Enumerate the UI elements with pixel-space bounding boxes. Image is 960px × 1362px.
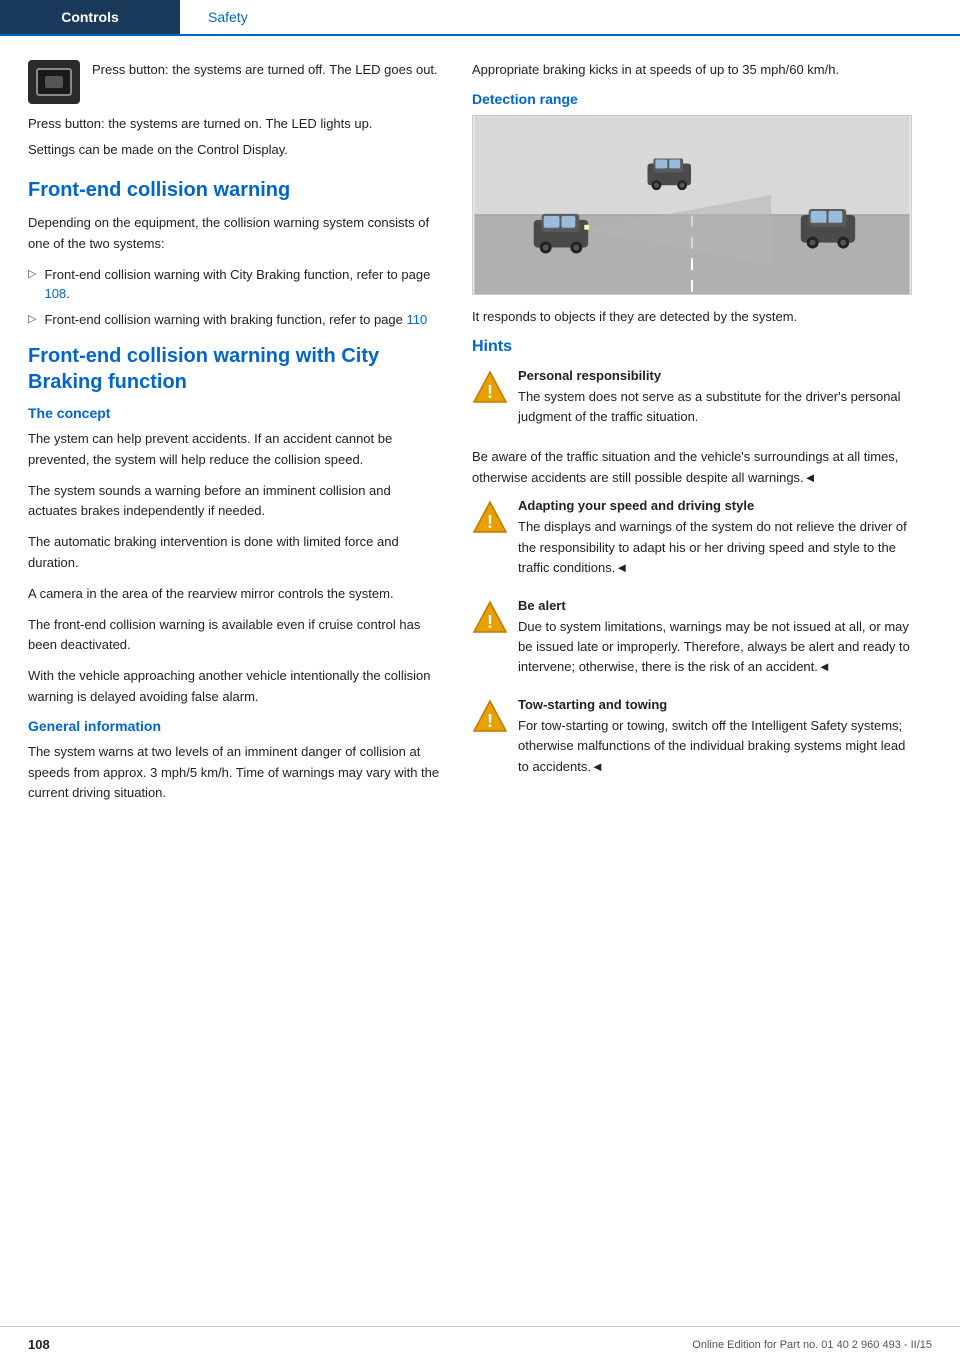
bullet-item-2: ▷ Front-end collision warning with braki…	[28, 310, 440, 330]
svg-text:!: !	[487, 711, 493, 731]
hint2-block: ! Adapting your speed and driving style …	[472, 498, 912, 585]
bullet-arrow-1: ▷	[28, 266, 36, 283]
general-info-heading: General information	[28, 718, 440, 734]
warning-triangle-3: !	[472, 600, 508, 636]
concept-heading: The concept	[28, 405, 440, 421]
hint3-body: Due to system limitations, warnings may …	[518, 617, 912, 677]
footer-online-text: Online Edition for Part no. 01 40 2 960 …	[692, 1339, 932, 1351]
hint1-body2: Be aware of the traffic situation and th…	[472, 447, 912, 489]
bullet-list: ▷ Front-end collision warning with City …	[28, 265, 440, 330]
hint1-title: Personal responsibility	[518, 368, 912, 383]
hint1-content: Personal responsibility The system does …	[518, 368, 912, 435]
bullet1-text: Front-end collision warning with City Br…	[44, 265, 440, 304]
press-button-off-row: Press button: the systems are turned off…	[28, 60, 440, 104]
svg-text:!: !	[487, 512, 493, 532]
bullet1-link[interactable]: 108	[44, 286, 66, 301]
warning-triangle-4: !	[472, 699, 508, 735]
hint1-body: The system does not serve as a substitut…	[518, 387, 912, 427]
hint4-title: Tow-starting and towing	[518, 697, 912, 712]
page-number: 108	[28, 1337, 50, 1352]
concept-body5: The front-end collision warning is avail…	[28, 615, 440, 657]
hint3-content: Be alert Due to system limitations, warn…	[518, 598, 912, 685]
detection-heading: Detection range	[472, 91, 912, 107]
hint4-body: For tow-starting or towing, switch off t…	[518, 716, 912, 776]
hint4-warning-icon: !	[472, 699, 508, 735]
detection-body: It responds to objects if they are detec…	[472, 307, 912, 328]
section1-heading: Front-end collision warning	[28, 177, 440, 203]
hint3-warning-icon: !	[472, 600, 508, 636]
concept-body4: A camera in the area of the rearview mir…	[28, 584, 440, 605]
button-icon-inner	[36, 68, 72, 96]
hint4-block: ! Tow-starting and towing For tow-starti…	[472, 697, 912, 784]
concept-body2: The system sounds a warning before an im…	[28, 481, 440, 523]
section2-heading: Front-end collision warning with City Br…	[28, 343, 440, 395]
bullet-arrow-2: ▷	[28, 311, 36, 328]
main-content: Press button: the systems are turned off…	[0, 36, 960, 814]
hints-heading: Hints	[472, 338, 912, 356]
hint2-warning-icon: !	[472, 500, 508, 536]
hint2-body: The displays and warnings of the system …	[518, 517, 912, 577]
bullet2-link[interactable]: 110	[407, 312, 428, 327]
press-btn-on-text: Press button: the systems are turned on.…	[28, 114, 440, 134]
bullet-item-1: ▷ Front-end collision warning with City …	[28, 265, 440, 304]
bullet2-text: Front-end collision warning with braking…	[44, 310, 427, 330]
warning-triangle-2: !	[472, 500, 508, 536]
tab-safety[interactable]: Safety	[180, 0, 276, 36]
button-icon	[28, 60, 80, 104]
general-info-body: The system warns at two levels of an imm…	[28, 742, 440, 804]
right-column: Appropriate braking kicks in at speeds o…	[460, 60, 940, 814]
press-btn-off-text: Press button: the systems are turned off…	[92, 60, 438, 80]
hint2-content: Adapting your speed and driving style Th…	[518, 498, 912, 585]
concept-body3: The automatic braking intervention is do…	[28, 532, 440, 574]
hint3-block: ! Be alert Due to system limitations, wa…	[472, 598, 912, 685]
svg-text:!: !	[487, 382, 493, 402]
tab-controls[interactable]: Controls	[0, 0, 180, 34]
header: Controls Safety	[0, 0, 960, 36]
settings-text: Settings can be made on the Control Disp…	[28, 140, 440, 160]
footer: 108 Online Edition for Part no. 01 40 2 …	[0, 1326, 960, 1362]
left-column: Press button: the systems are turned off…	[0, 60, 460, 814]
concept-body1: The ystem can help prevent accidents. If…	[28, 429, 440, 471]
hint2-title: Adapting your speed and driving style	[518, 498, 912, 513]
hint3-title: Be alert	[518, 598, 912, 613]
hint1-block: ! Personal responsibility The system doe…	[472, 368, 912, 435]
svg-text:!: !	[487, 612, 493, 632]
concept-body6: With the vehicle approaching another veh…	[28, 666, 440, 708]
section1-body1: Depending on the equipment, the collisio…	[28, 213, 440, 255]
hint1-warning-icon: !	[472, 370, 508, 406]
detection-image	[472, 115, 912, 295]
hint4-content: Tow-starting and towing For tow-starting…	[518, 697, 912, 784]
detection-svg	[473, 116, 911, 294]
warning-triangle-1: !	[472, 370, 508, 406]
braking-text: Appropriate braking kicks in at speeds o…	[472, 60, 912, 81]
